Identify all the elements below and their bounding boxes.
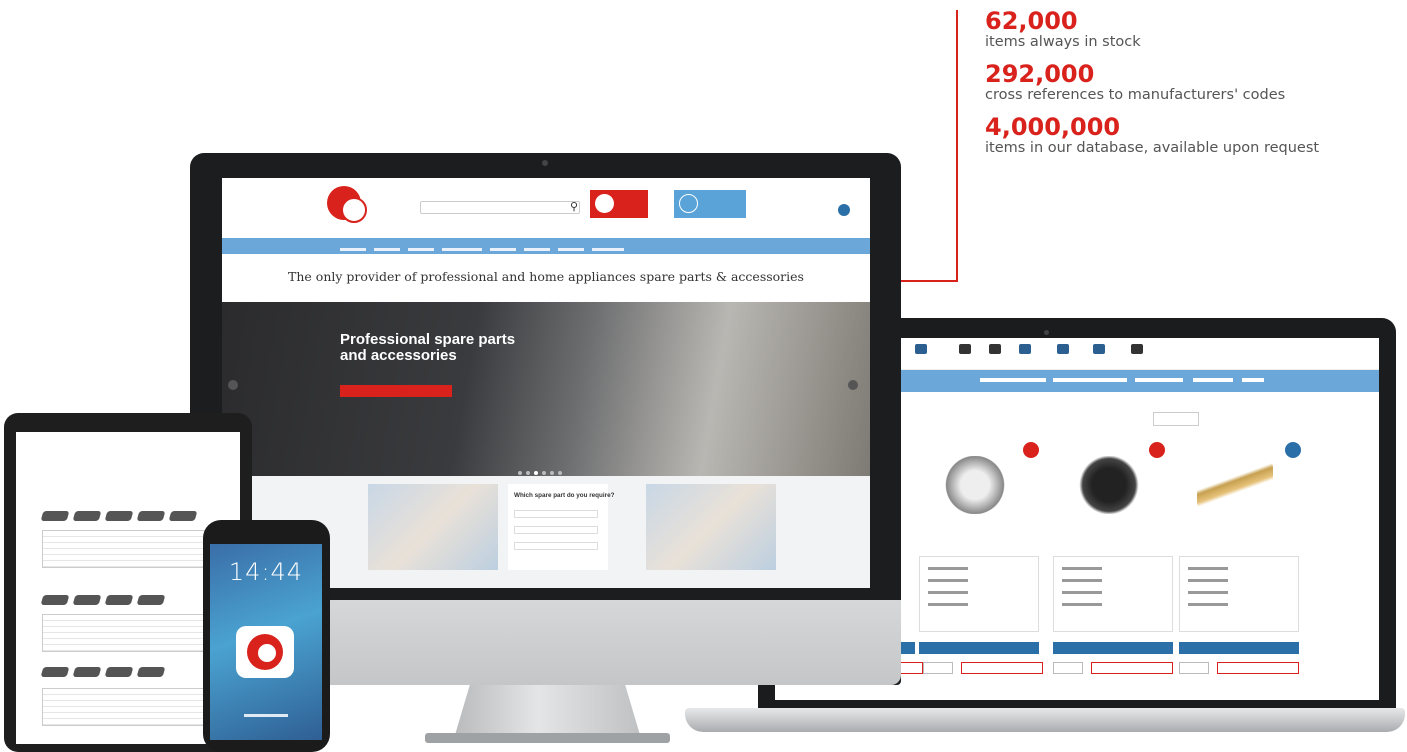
- stat-database: 4,000,000 items in our database, availab…: [985, 114, 1405, 157]
- stats-panel: 62,000 items always in stock 292,000 cro…: [985, 8, 1405, 167]
- stat-number: 4,000,000: [985, 113, 1121, 141]
- product-image: [1197, 456, 1273, 514]
- user-icon: [595, 194, 614, 213]
- site-nav-bar: [222, 238, 870, 254]
- nav-item[interactable]: [980, 378, 1046, 382]
- imac-foot: [425, 733, 670, 743]
- nav-item[interactable]: [1053, 378, 1127, 382]
- toolbar-icon[interactable]: [1019, 344, 1031, 354]
- hero-title-line: and accessories: [340, 347, 457, 364]
- nav-item[interactable]: [442, 248, 482, 251]
- laptop-base: [685, 708, 1405, 732]
- form-field[interactable]: [514, 510, 598, 518]
- form-field[interactable]: [514, 542, 598, 550]
- form-title: Which spare part do you require?: [514, 492, 615, 499]
- hero-banner: Professional spare parts and accessories: [222, 302, 870, 476]
- catalogue-icon: [679, 194, 698, 213]
- brand-logo-icon[interactable]: [327, 186, 367, 223]
- form-field[interactable]: [514, 526, 598, 534]
- site-tagline: The only provider of professional and ho…: [288, 269, 804, 284]
- product-badge-icon: [1149, 442, 1165, 458]
- catalogue-image[interactable]: [368, 484, 498, 570]
- hero-title-line: Professional spare parts: [340, 331, 516, 348]
- stat-label: items always in stock: [985, 34, 1141, 50]
- download-icon[interactable]: [1131, 344, 1143, 354]
- globe-icon: [1285, 442, 1301, 458]
- login-box[interactable]: [590, 190, 648, 218]
- product-details-box: [1179, 556, 1299, 632]
- carousel-prev-icon[interactable]: [228, 380, 238, 390]
- catalogue-box[interactable]: [674, 190, 746, 218]
- carousel-next-icon[interactable]: [848, 380, 858, 390]
- product-image: [1071, 456, 1147, 514]
- nav-item[interactable]: [592, 248, 624, 251]
- product-details-box: [919, 556, 1039, 632]
- quantity-stepper[interactable]: [923, 662, 953, 674]
- lockscreen-time: 14:44: [228, 558, 304, 586]
- see-details-button[interactable]: [1179, 642, 1299, 654]
- stat-number: 292,000: [985, 60, 1095, 88]
- parts-row: [40, 508, 202, 526]
- scroll-indicator-icon[interactable]: [838, 204, 850, 216]
- nav-item[interactable]: [408, 248, 434, 251]
- catalogue-image[interactable]: [646, 484, 776, 570]
- search-input[interactable]: [420, 201, 580, 214]
- phone-screen: 14:44: [210, 544, 322, 740]
- see-details-button[interactable]: [1053, 642, 1173, 654]
- nav-item[interactable]: [1193, 378, 1233, 382]
- part-search-form: Which spare part do you require?: [508, 484, 614, 570]
- nav-item[interactable]: [1242, 378, 1264, 382]
- product-image: [937, 456, 1013, 514]
- nav-item[interactable]: [558, 248, 584, 251]
- add-to-cart-button[interactable]: [961, 662, 1043, 674]
- hero-cta-button[interactable]: [340, 385, 452, 397]
- laptop-camera: [1044, 330, 1049, 335]
- product-card[interactable]: [915, 438, 1039, 538]
- stat-number: 62,000: [985, 7, 1078, 35]
- add-to-cart-button[interactable]: [1217, 662, 1299, 674]
- stat-cross-references: 292,000 cross references to manufacturer…: [985, 61, 1405, 104]
- nav-item[interactable]: [1135, 378, 1183, 382]
- toolbar-icon[interactable]: [915, 344, 927, 354]
- stat-label: items in our database, available upon re…: [985, 140, 1320, 156]
- slide-to-unlock[interactable]: [244, 714, 288, 717]
- toolbar-icon[interactable]: [1057, 344, 1069, 354]
- nav-item[interactable]: [340, 248, 366, 251]
- callout-line-vertical: [956, 10, 958, 280]
- cart-icon[interactable]: [959, 344, 971, 354]
- imac-camera: [542, 160, 548, 166]
- nav-item[interactable]: [524, 248, 550, 251]
- search-icon[interactable]: ⚲: [570, 200, 578, 213]
- imac-stand: [455, 685, 640, 735]
- results-select[interactable]: [1153, 412, 1199, 426]
- parts-row: [40, 664, 170, 682]
- quantity-stepper[interactable]: [1053, 662, 1083, 674]
- stat-stock: 62,000 items always in stock: [985, 8, 1405, 51]
- product-badge-icon: [1023, 442, 1039, 458]
- parts-row: [40, 592, 170, 610]
- toolbar-icon[interactable]: [1093, 344, 1105, 354]
- app-icon[interactable]: [236, 626, 294, 678]
- nav-item[interactable]: [374, 248, 400, 251]
- product-details-box: [1053, 556, 1173, 632]
- site-header: ⚲: [222, 178, 870, 230]
- toolbar-icon[interactable]: [989, 344, 1001, 354]
- see-details-button[interactable]: [919, 642, 1039, 654]
- product-card[interactable]: [1175, 438, 1301, 538]
- stat-label: cross references to manufacturers' codes: [985, 87, 1286, 103]
- add-to-cart-button[interactable]: [1091, 662, 1173, 674]
- nav-item[interactable]: [490, 248, 516, 251]
- quantity-stepper[interactable]: [1179, 662, 1209, 674]
- product-card[interactable]: [1049, 438, 1169, 538]
- hero-title: Professional spare parts and accessories: [340, 332, 515, 364]
